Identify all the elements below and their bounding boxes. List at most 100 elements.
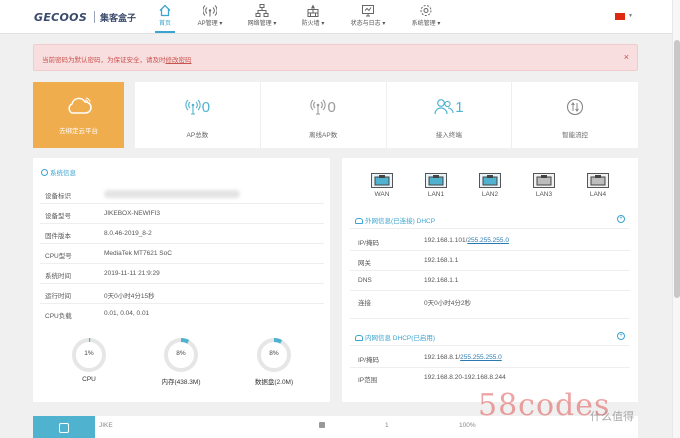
nav-home-label: 首页: [158, 21, 171, 27]
stat-flow-control[interactable]: 智能流控: [512, 82, 638, 148]
stat-ap-total-label: AP总数: [186, 132, 209, 139]
top-nav: GECOOS 集客盒子 首页 AP管理 ▾ 网络管理 ▾ 防火墙 ▾ 状态与日志…: [0, 0, 672, 34]
wan-mask[interactable]: 255.255.255.0: [467, 237, 509, 244]
ap-group-name: JIKE: [99, 422, 113, 429]
port-wan[interactable]: WAN: [368, 173, 396, 198]
stats-bar: 0 AP总数 0 离线AP数 1 接入终端 智能流控: [135, 82, 638, 148]
ethernet-port-icon: [425, 173, 447, 188]
default-password-alert: 当前密码为默认密码，为保证安全，请及时修改密码 ×: [33, 44, 638, 71]
close-icon[interactable]: ×: [624, 52, 629, 62]
gear-icon: [420, 5, 432, 16]
watermark-sub-text: 什么值得: [590, 411, 634, 423]
brand-logo[interactable]: GECOOS: [34, 11, 87, 24]
stat-ap-total[interactable]: 0 AP总数: [135, 82, 261, 148]
port-lan4[interactable]: LAN4: [584, 173, 612, 198]
info-value: 2019-11-11 21:9:29: [104, 270, 160, 277]
chevron-down-icon[interactable]: ▼: [628, 13, 633, 19]
port-label: LAN3: [535, 191, 553, 198]
disk-gauge-label: 数据盘(2.0M): [254, 379, 294, 386]
port-lan3[interactable]: LAN3: [530, 173, 558, 198]
nav-network-manage[interactable]: 网络管理 ▾: [241, 3, 283, 33]
bind-cloud-button[interactable]: 去绑定云平台: [33, 82, 124, 148]
nav-firewall[interactable]: 防火墙 ▾: [296, 3, 330, 33]
expand-lan-icon[interactable]: +: [617, 332, 625, 340]
wan-row-gateway: 网关 192.168.1.1: [350, 251, 630, 271]
stat-flow-control-label: 智能流控: [562, 132, 589, 139]
wan-info-title: 外网信息(已连接) DHCP: [355, 215, 435, 225]
scrollbar-thumb[interactable]: [674, 40, 680, 298]
info-row-uptime: 运行时间 0天0小时4分15秒: [40, 284, 324, 304]
network-icon: [255, 4, 269, 17]
nav-status-log-label: 状态与日志 ▾: [350, 21, 386, 27]
port-label: LAN4: [589, 191, 607, 198]
language-flag-icon[interactable]: [615, 13, 625, 20]
info-key: 设备型号: [45, 213, 71, 220]
nav-system-manage[interactable]: 系统管理 ▾: [405, 3, 447, 33]
status-log-icon: [362, 5, 374, 17]
ethernet-port-icon: [533, 173, 555, 188]
wan-row-ip: IP/掩码 192.168.1.101/255.255.255.0: [350, 231, 630, 251]
disk-gauge: 8% 数据盘(2.0M): [244, 336, 304, 386]
info-key: 系统时间: [45, 273, 71, 280]
cpu-gauge-value: 1%: [84, 350, 94, 357]
lan-ip: 192.168.8.1/: [424, 354, 461, 361]
system-info-title-text: 系统信息: [50, 170, 76, 177]
wan-key: 连接: [358, 300, 371, 307]
cloud-outline-icon: [355, 218, 363, 224]
stat-ap-offline[interactable]: 0 离线AP数: [261, 82, 387, 148]
info-key: 固件版本: [45, 233, 71, 240]
stat-ap-total-value: 0: [201, 98, 211, 116]
expand-wan-icon[interactable]: +: [617, 215, 625, 223]
lan-key: IP范围: [358, 377, 378, 384]
lock-icon: [59, 423, 69, 433]
system-info-title: 系统信息: [41, 167, 76, 177]
home-icon: [159, 4, 171, 17]
stat-clients[interactable]: 1 接入终端: [387, 82, 513, 148]
info-value: MediaTek MT7621 SoC: [104, 250, 172, 257]
info-value: 8.0.46-2019_8-2: [104, 230, 152, 237]
port-lan2[interactable]: LAN2: [476, 173, 504, 198]
memory-gauge-value: 8%: [176, 350, 186, 357]
wan-value: 0天0小时4分2秒: [424, 300, 471, 307]
lan-value: 192.168.8.20-192.168.8.244: [424, 374, 506, 381]
wan-row-connection: 连接 0天0小时4分2秒: [350, 291, 630, 311]
info-value: JIKEBOX-NEWIFI3: [104, 210, 160, 217]
port-label: WAN: [374, 191, 390, 198]
logo-divider: [94, 11, 95, 23]
nav-ap-manage[interactable]: AP管理 ▾: [190, 3, 230, 33]
info-key: CPU型号: [45, 253, 72, 260]
lan-mask[interactable]: 255.255.255.0: [460, 354, 502, 361]
alert-text: 当前密码为默认密码，为保证安全，请及时修改密码: [42, 54, 192, 64]
nav-home[interactable]: 首页: [155, 3, 175, 33]
wan-value: 192.168.1.1: [424, 277, 459, 284]
divider: [350, 228, 630, 229]
lan-row-range: IP范围 192.168.8.20-192.168.8.244: [350, 368, 630, 388]
ap-group-count: 1: [385, 422, 389, 429]
nav-network-manage-label: 网络管理 ▾: [247, 21, 277, 27]
info-key: CPU负载: [45, 313, 72, 320]
change-password-link[interactable]: 修改密码: [166, 57, 192, 64]
info-row-device-id: 设备标识: [40, 184, 324, 204]
wan-ip: 192.168.1.101/: [424, 237, 468, 244]
lan-info-title: 内网信息 DHCP(已启用): [355, 332, 435, 342]
disk-gauge-value: 8%: [269, 350, 279, 357]
info-row-cpu-load: CPU负载 0.01, 0.04, 0.01: [40, 304, 324, 324]
info-icon: [41, 169, 48, 176]
divider: [350, 318, 630, 319]
stat-clients-value: 1: [455, 98, 464, 116]
ap-icon: [185, 99, 201, 115]
home-outline-icon: [355, 335, 363, 341]
wan-key: IP/掩码: [358, 240, 379, 247]
nav-status-log[interactable]: 状态与日志 ▾: [345, 3, 391, 33]
port-label: LAN1: [427, 191, 445, 198]
nav-firewall-label: 防火墙 ▾: [301, 21, 325, 27]
page-scrollbar[interactable]: [672, 0, 680, 438]
cpu-gauge: 1% CPU: [59, 336, 119, 383]
ap-group-tile[interactable]: [33, 416, 95, 438]
users-icon: [434, 99, 454, 115]
wan-row-dns: DNS 192.168.1.1: [350, 271, 630, 291]
product-name: 集客盒子: [100, 13, 137, 23]
port-lan1[interactable]: LAN1: [422, 173, 450, 198]
info-key: 运行时间: [45, 293, 71, 300]
memory-gauge-label: 内存(438.3M): [161, 379, 201, 386]
